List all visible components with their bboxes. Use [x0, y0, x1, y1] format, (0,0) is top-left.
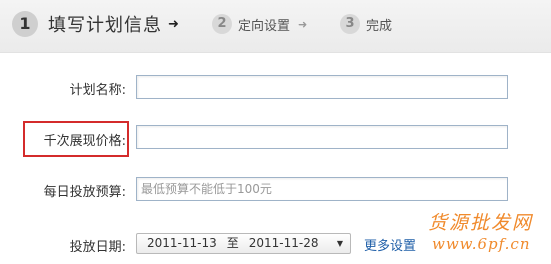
date-separator: 至: [226, 236, 239, 250]
step-2-number: 2: [212, 14, 232, 34]
more-settings-link[interactable]: 更多设置: [364, 235, 416, 254]
plan-name-input[interactable]: [136, 75, 508, 99]
step-1-number: 1: [12, 11, 38, 37]
launch-date-label: 投放日期:: [69, 240, 126, 255]
start-date: 2011-11-13: [147, 236, 217, 250]
step-1-label: 填写计划信息: [48, 15, 162, 36]
cpm-price-label: 千次展现价格:: [43, 134, 126, 149]
end-date: 2011-11-28: [248, 236, 319, 250]
step-arrow-icon: ➜: [298, 17, 308, 31]
step-2-targeting: 2 定向设置 ➜: [212, 14, 307, 34]
step-3-number: 3: [340, 14, 360, 34]
step-2-label: 定向设置: [238, 18, 291, 34]
step-1-fill-plan-info: 1 填写计划信息 ➜: [12, 11, 179, 37]
step-3-label: 完成: [366, 18, 393, 34]
watermark-site-name: 货源批发网: [428, 212, 534, 234]
date-range-picker[interactable]: 2011-11-13 至 2011-11-28 ▼: [136, 233, 351, 254]
step-progress-bar: 1 填写计划信息 ➜ 2 定向设置 ➜ 3 完成: [0, 0, 551, 53]
watermark-site-url: www.6pf.cn: [432, 235, 531, 253]
cpm-price-input[interactable]: [136, 125, 508, 149]
daily-budget-input[interactable]: 最低预算不能低于100元: [136, 177, 508, 201]
step-arrow-icon: ➜: [168, 16, 179, 32]
step-3-complete: 3 完成: [340, 14, 392, 34]
daily-budget-label: 每日投放预算:: [43, 185, 126, 200]
plan-name-label: 计划名称:: [69, 83, 126, 98]
chevron-down-icon: ▼: [336, 239, 343, 248]
